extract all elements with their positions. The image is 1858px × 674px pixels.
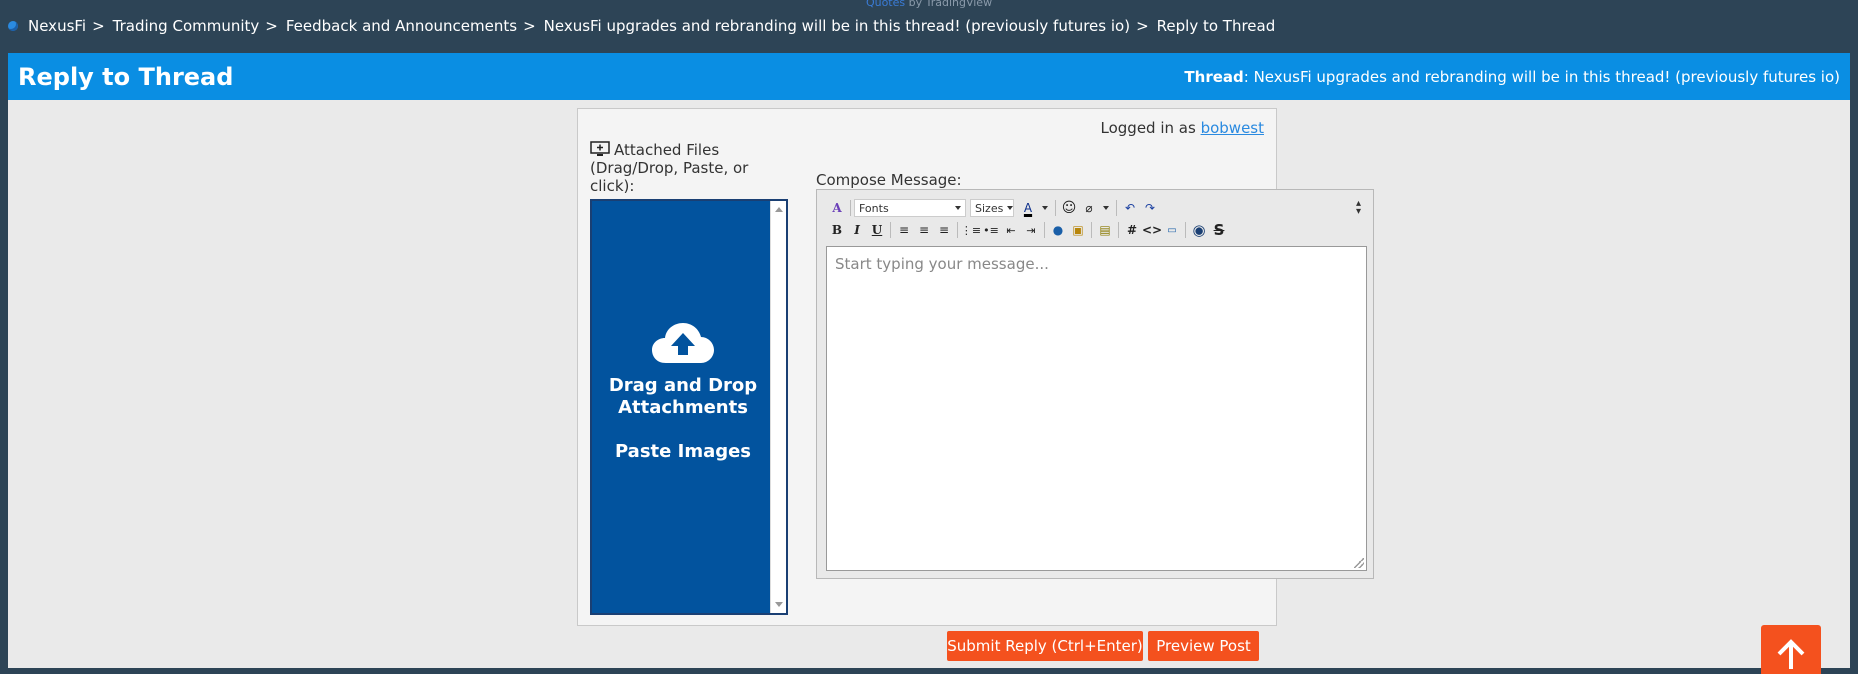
monitor-add-icon [590,141,610,156]
username-link[interactable]: bobwest [1201,119,1264,137]
scroll-to-top-button[interactable] [1761,625,1821,674]
attachment-clip-icon[interactable]: ⌀ [1079,198,1099,218]
toolbar-divider [1091,222,1092,238]
chevron-down-icon [1042,206,1048,210]
toolbar-divider [957,222,958,238]
unordered-list-icon[interactable]: •≡ [981,220,1001,240]
toolbar-divider [1116,200,1117,216]
submit-reply-button[interactable]: Submit Reply (Ctrl+Enter) [947,631,1143,661]
remove-format-icon[interactable]: A [827,198,847,218]
cloud-upload-icon [652,323,714,363]
toolbar-divider [1118,222,1119,238]
message-placeholder: Start typing your message... [835,255,1049,273]
attachments-label-text: Attached Files (Drag/Drop, Paste, or cli… [590,141,749,195]
login-prefix: Logged in as [1100,119,1201,137]
chevron-down-icon [1007,206,1014,210]
breadcrumb: NexusFi > Trading Community > Feedback a… [8,17,1275,35]
editor-toolbar-row-2: B I U ≡ ≡ ≡ ⋮≡ •≡ ⇤ ⇥ ● ▣ ▤ # <> ▭ ◉ S [827,220,1229,240]
strikethrough-s-icon[interactable]: S [1209,220,1229,240]
breadcrumb-separator: > [92,17,105,35]
html-icon[interactable]: ▭ [1162,220,1182,240]
thread-info: Thread: NexusFi upgrades and rebranding … [1184,68,1840,86]
toolbar-divider [1185,222,1186,238]
reply-form-panel: Logged in as bobwest Attached Files (Dra… [577,108,1374,626]
breadcrumb-separator: > [1136,17,1149,35]
breadcrumb-item-feedback[interactable]: Feedback and Announcements [286,17,517,35]
sizes-select-value: Sizes [975,201,1004,215]
ordered-list-icon[interactable]: ⋮≡ [961,220,981,240]
insert-image-icon[interactable]: ▣ [1068,220,1088,240]
attachments-label: Attached Files (Drag/Drop, Paste, or cli… [590,141,760,195]
underline-icon[interactable]: U [867,220,887,240]
bold-icon[interactable]: B [827,220,847,240]
breadcrumb-item-current: Reply to Thread [1156,17,1276,35]
attachment-dropzone[interactable]: Drag and Drop Attachments Paste Images [590,199,788,615]
editor-toolbar-row-1: A Fonts Sizes A ☺ ⌀ ↶ ↷ [827,198,1160,218]
media-icon[interactable]: ◉ [1189,220,1209,240]
indent-icon[interactable]: ⇥ [1021,220,1041,240]
scroll-down-icon[interactable] [775,602,783,607]
toolbar-divider [890,222,891,238]
italic-icon[interactable]: I [847,220,867,240]
quotes-link[interactable]: Quotes [866,0,905,9]
message-editor: A Fonts Sizes A ☺ ⌀ ↶ ↷ ▴ ▾ B I U ≡ ≡ ≡ … [816,189,1374,579]
breadcrumb-separator: > [523,17,536,35]
compose-label: Compose Message: [816,171,962,189]
breadcrumb-item-trading-community[interactable]: Trading Community [113,17,260,35]
resize-grip-icon[interactable] [1354,558,1364,568]
insert-link-icon[interactable]: ● [1048,220,1068,240]
chevron-down-icon [955,206,961,210]
page-header: Reply to Thread Thread: NexusFi upgrades… [8,53,1850,100]
fonts-select-value: Fonts [859,201,889,215]
message-textarea[interactable]: Start typing your message... [826,246,1367,571]
reply-page: Reply to Thread Thread: NexusFi upgrades… [8,53,1850,668]
page-title: Reply to Thread [18,62,234,91]
attach-dropdown[interactable] [1099,199,1109,217]
redo-icon[interactable]: ↷ [1140,198,1160,218]
undo-icon[interactable]: ↶ [1120,198,1140,218]
hashtag-icon[interactable]: # [1122,220,1142,240]
text-color-dropdown[interactable] [1038,199,1048,217]
arrow-up-icon [1777,639,1805,669]
align-left-icon[interactable]: ≡ [894,220,914,240]
site-logo-icon[interactable] [8,21,18,31]
editor-resize-toggle-icon[interactable]: ▴ ▾ [1356,199,1361,217]
toolbar-divider [1044,222,1045,238]
dropzone-content: Drag and Drop Attachments Paste Images [592,321,774,463]
thread-title[interactable]: : NexusFi upgrades and rebranding will b… [1244,68,1840,86]
dropzone-paste-text: Paste Images [614,441,752,462]
chevron-down-icon [1103,206,1109,210]
sizes-select[interactable]: Sizes [970,199,1014,217]
breadcrumb-item-thread[interactable]: NexusFi upgrades and rebranding will be … [544,17,1130,35]
preview-post-button[interactable]: Preview Post [1148,631,1259,661]
fonts-select[interactable]: Fonts [854,199,966,217]
toolbar-divider [1055,200,1056,216]
thread-label: Thread [1184,67,1244,86]
dropzone-drag-text: Drag and Drop Attachments [608,375,758,418]
align-center-icon[interactable]: ≡ [914,220,934,240]
breadcrumb-item-nexusfi[interactable]: NexusFi [28,17,86,35]
quotes-banner: Quotes by TradingView [0,0,1858,9]
text-color-icon[interactable]: A [1018,198,1038,218]
login-status: Logged in as bobwest [1101,119,1264,137]
align-right-icon[interactable]: ≡ [934,220,954,240]
smiley-icon[interactable]: ☺ [1059,198,1079,218]
scroll-up-icon[interactable] [775,207,783,212]
breadcrumb-separator: > [265,17,278,35]
quote-icon[interactable]: ▤ [1095,220,1115,240]
quotes-provider: by TradingView [908,0,993,9]
toolbar-divider [850,200,851,216]
outdent-icon[interactable]: ⇤ [1001,220,1021,240]
code-icon[interactable]: <> [1142,220,1162,240]
